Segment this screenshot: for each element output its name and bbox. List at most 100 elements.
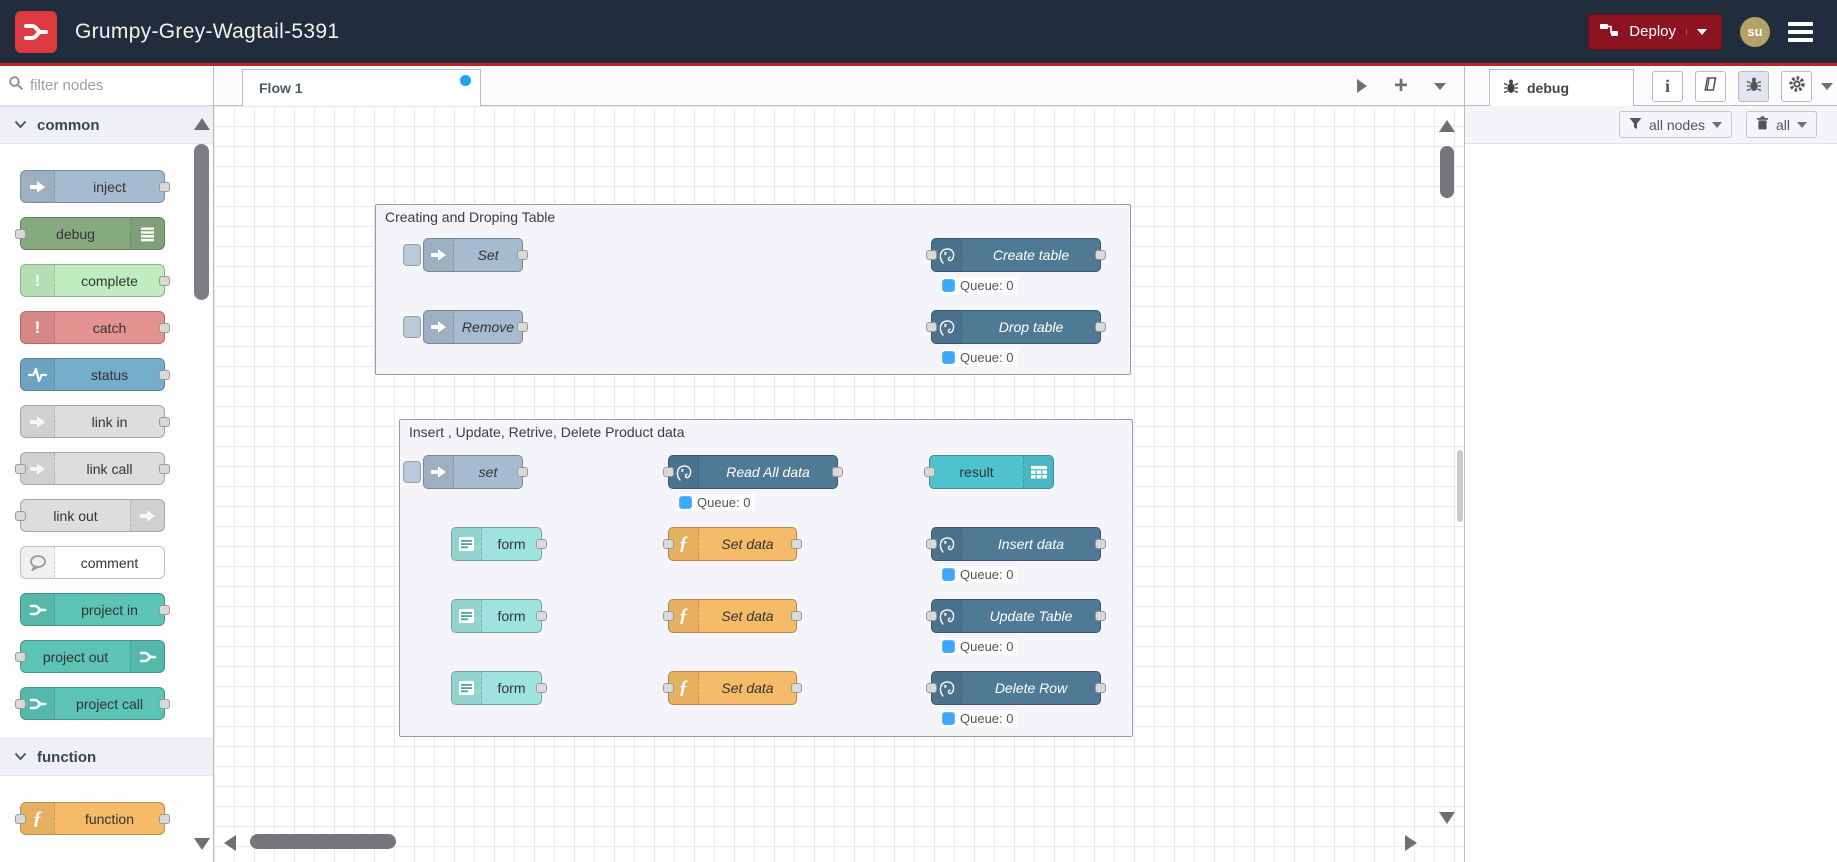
flow-node-Set[interactable]: Set	[403, 238, 528, 272]
debug-messages-area[interactable]	[1465, 144, 1837, 862]
flow-node-form[interactable]: form	[451, 599, 547, 633]
palette-node-inject[interactable]: inject	[20, 170, 170, 203]
output-port[interactable]	[159, 322, 170, 333]
palette-node-debug[interactable]: debug	[15, 217, 165, 250]
flow-node-Update-Table[interactable]: Update Table	[926, 599, 1106, 633]
flow-node-Create-table[interactable]: Create table	[926, 238, 1106, 272]
output-port[interactable]	[159, 813, 170, 824]
input-port[interactable]	[663, 539, 674, 549]
output-port[interactable]	[791, 683, 802, 693]
input-port[interactable]	[15, 228, 26, 239]
output-port[interactable]	[517, 250, 528, 260]
output-port[interactable]	[1095, 250, 1106, 260]
palette-node-function[interactable]: ƒ function	[15, 802, 170, 835]
flow-node-form[interactable]: form	[451, 671, 547, 705]
output-port[interactable]	[1095, 539, 1106, 549]
palette-node-project-in[interactable]: project in	[20, 593, 170, 626]
debug-filter-button[interactable]: all nodes	[1618, 111, 1732, 138]
canvas-vertical-scrollbar-thumb[interactable]	[1440, 146, 1454, 198]
input-port[interactable]	[926, 322, 937, 332]
palette-node-project-out[interactable]: project out	[15, 640, 165, 673]
input-port[interactable]	[926, 250, 937, 260]
input-port[interactable]	[15, 510, 26, 521]
canvas-horizontal-scrollbar-thumb[interactable]	[250, 834, 396, 849]
input-port[interactable]	[924, 467, 935, 477]
output-port[interactable]	[159, 369, 170, 380]
flow-node-Delete-Row[interactable]: Delete Row	[926, 671, 1106, 705]
input-port[interactable]	[926, 611, 937, 621]
info-sidebar-button[interactable]: i	[1652, 71, 1683, 102]
output-port[interactable]	[536, 611, 547, 621]
palette-node-status[interactable]: status	[20, 358, 170, 391]
output-port[interactable]	[1095, 683, 1106, 693]
tab-list-caret[interactable]	[1425, 74, 1455, 98]
flow-group[interactable]: Creating and Droping Table	[375, 204, 1131, 375]
flow-node-form[interactable]: form	[451, 527, 547, 561]
palette-scroll-up-arrow[interactable]	[194, 118, 210, 130]
debug-clear-button[interactable]: all	[1745, 111, 1817, 138]
input-port[interactable]	[15, 813, 26, 824]
canvas-scroll-left-arrow[interactable]	[224, 835, 236, 851]
output-port[interactable]	[517, 467, 528, 477]
palette-node-link-out[interactable]: link out	[15, 499, 165, 532]
output-port[interactable]	[791, 539, 802, 549]
inject-button[interactable]	[403, 244, 421, 266]
canvas-scroll-right-arrow[interactable]	[1405, 835, 1417, 851]
palette-scroll-down-arrow[interactable]	[194, 838, 210, 850]
input-port[interactable]	[15, 463, 26, 474]
inject-button[interactable]	[403, 316, 421, 338]
output-port[interactable]	[536, 683, 547, 693]
output-port[interactable]	[1095, 611, 1106, 621]
input-port[interactable]	[926, 539, 937, 549]
flow-node-Read-All-data[interactable]: Read All data	[663, 455, 843, 489]
output-port[interactable]	[159, 181, 170, 192]
user-avatar[interactable]: su	[1740, 16, 1770, 47]
output-port[interactable]	[159, 463, 170, 474]
flow-node-Set-data[interactable]: ƒ Set data	[663, 671, 802, 705]
flow-node-set[interactable]: set	[403, 455, 528, 489]
flow-canvas[interactable]: Creating and Droping Table Insert , Updat…	[214, 106, 1464, 862]
output-port[interactable]	[159, 416, 170, 427]
tab-flow1[interactable]: Flow 1	[242, 69, 481, 106]
input-port[interactable]	[663, 683, 674, 693]
debug-sidebar-button[interactable]	[1738, 71, 1769, 102]
deploy-options-caret[interactable]	[1686, 28, 1711, 35]
output-port[interactable]	[832, 467, 843, 477]
flow-node-Remove[interactable]: Remove	[403, 310, 528, 344]
input-port[interactable]	[663, 467, 674, 477]
palette-category-function[interactable]: function	[0, 738, 213, 776]
palette-category-common[interactable]: common	[0, 106, 213, 144]
flow-node-Drop-table[interactable]: Drop table	[926, 310, 1106, 344]
palette-node-catch[interactable]: ! catch	[20, 311, 170, 344]
config-sidebar-button[interactable]	[1781, 71, 1812, 102]
flow-node-Set-data[interactable]: ƒ Set data	[663, 527, 802, 561]
next-tab-button[interactable]	[1347, 74, 1377, 98]
output-port[interactable]	[159, 604, 170, 615]
inject-button[interactable]	[403, 461, 421, 483]
main-menu-button[interactable]	[1788, 21, 1813, 42]
palette-node-project-call[interactable]: project call	[15, 687, 170, 720]
palette-node-link-call[interactable]: link call	[15, 452, 170, 485]
help-sidebar-button[interactable]	[1695, 71, 1726, 102]
flow-node-Insert-data[interactable]: Insert data	[926, 527, 1106, 561]
sidebar-options-caret[interactable]	[1821, 83, 1833, 90]
output-port[interactable]	[1095, 322, 1106, 332]
palette-node-complete[interactable]: ! complete	[20, 264, 170, 297]
flow-node-Set-data[interactable]: ƒ Set data	[663, 599, 802, 633]
sidebar-divider-handle[interactable]	[1457, 450, 1463, 522]
palette-scrollbar-thumb[interactable]	[194, 144, 209, 300]
output-port[interactable]	[159, 698, 170, 709]
palette-node-link-in[interactable]: link in	[20, 405, 170, 438]
output-port[interactable]	[536, 539, 547, 549]
output-port[interactable]	[791, 611, 802, 621]
output-port[interactable]	[159, 275, 170, 286]
input-port[interactable]	[15, 698, 26, 709]
input-port[interactable]	[926, 683, 937, 693]
add-flow-button[interactable]: +	[1386, 74, 1416, 98]
deploy-button[interactable]: Deploy	[1588, 13, 1722, 50]
palette-node-comment[interactable]: comment	[20, 546, 165, 579]
output-port[interactable]	[517, 322, 528, 332]
flow-node-result[interactable]: result	[924, 455, 1054, 489]
input-port[interactable]	[15, 651, 26, 662]
canvas-scroll-down-arrow[interactable]	[1439, 812, 1455, 824]
